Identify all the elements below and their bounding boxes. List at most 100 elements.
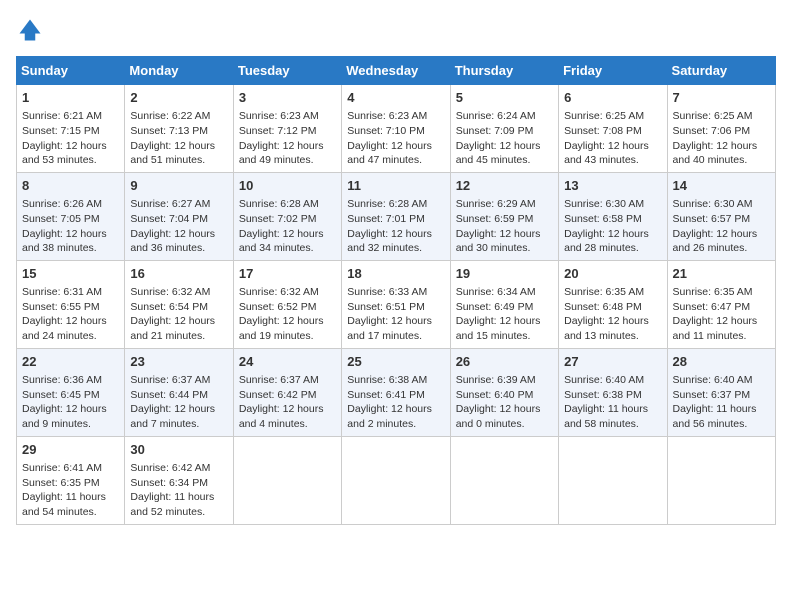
calendar-table: SundayMondayTuesdayWednesdayThursdayFrid… xyxy=(16,56,776,525)
calendar-cell xyxy=(667,436,775,524)
day-number: 16 xyxy=(130,265,227,283)
day-number: 18 xyxy=(347,265,444,283)
day-number: 4 xyxy=(347,89,444,107)
cell-sun-info: Sunrise: 6:22 AM Sunset: 7:13 PM Dayligh… xyxy=(130,109,227,168)
day-number: 12 xyxy=(456,177,553,195)
calendar-week-row: 15 Sunrise: 6:31 AM Sunset: 6:55 PM Dayli… xyxy=(17,260,776,348)
calendar-week-row: 29 Sunrise: 6:41 AM Sunset: 6:35 PM Dayli… xyxy=(17,436,776,524)
calendar-cell: 12 Sunrise: 6:29 AM Sunset: 6:59 PM Dayli… xyxy=(450,172,558,260)
calendar-cell xyxy=(233,436,341,524)
calendar-cell: 23 Sunrise: 6:37 AM Sunset: 6:44 PM Dayli… xyxy=(125,348,233,436)
calendar-cell: 25 Sunrise: 6:38 AM Sunset: 6:41 PM Dayli… xyxy=(342,348,450,436)
day-number: 13 xyxy=(564,177,661,195)
cell-sun-info: Sunrise: 6:40 AM Sunset: 6:37 PM Dayligh… xyxy=(673,373,770,432)
calendar-cell: 29 Sunrise: 6:41 AM Sunset: 6:35 PM Dayli… xyxy=(17,436,125,524)
calendar-cell xyxy=(559,436,667,524)
cell-sun-info: Sunrise: 6:34 AM Sunset: 6:49 PM Dayligh… xyxy=(456,285,553,344)
cell-sun-info: Sunrise: 6:35 AM Sunset: 6:48 PM Dayligh… xyxy=(564,285,661,344)
day-number: 14 xyxy=(673,177,770,195)
day-number: 8 xyxy=(22,177,119,195)
calendar-cell: 22 Sunrise: 6:36 AM Sunset: 6:45 PM Dayli… xyxy=(17,348,125,436)
day-of-week-header: Monday xyxy=(125,57,233,85)
cell-sun-info: Sunrise: 6:32 AM Sunset: 6:54 PM Dayligh… xyxy=(130,285,227,344)
logo xyxy=(16,16,48,44)
calendar-cell: 19 Sunrise: 6:34 AM Sunset: 6:49 PM Dayli… xyxy=(450,260,558,348)
calendar-cell: 17Sunrise: 6:32 AM Sunset: 6:52 PM Dayli… xyxy=(233,260,341,348)
day-number: 15 xyxy=(22,265,119,283)
day-number: 21 xyxy=(673,265,770,283)
cell-sun-info: Sunrise: 6:37 AM Sunset: 6:42 PM Dayligh… xyxy=(239,373,336,432)
page-header xyxy=(16,16,776,44)
calendar-cell: 21 Sunrise: 6:35 AM Sunset: 6:47 PM Dayli… xyxy=(667,260,775,348)
cell-sun-info: Sunrise: 6:35 AM Sunset: 6:47 PM Dayligh… xyxy=(673,285,770,344)
cell-sun-info: Sunrise: 6:30 AM Sunset: 6:58 PM Dayligh… xyxy=(564,197,661,256)
calendar-cell: 16 Sunrise: 6:32 AM Sunset: 6:54 PM Dayli… xyxy=(125,260,233,348)
calendar-cell: 11Sunrise: 6:28 AM Sunset: 7:01 PM Dayli… xyxy=(342,172,450,260)
cell-sun-info: Sunrise: 6:24 AM Sunset: 7:09 PM Dayligh… xyxy=(456,109,553,168)
calendar-cell: 28 Sunrise: 6:40 AM Sunset: 6:37 PM Dayli… xyxy=(667,348,775,436)
day-of-week-header: Wednesday xyxy=(342,57,450,85)
calendar-cell: 9 Sunrise: 6:27 AM Sunset: 7:04 PM Daylig… xyxy=(125,172,233,260)
calendar-cell: 15 Sunrise: 6:31 AM Sunset: 6:55 PM Dayli… xyxy=(17,260,125,348)
day-number: 5 xyxy=(456,89,553,107)
day-number: 30 xyxy=(130,441,227,459)
day-number: 10 xyxy=(239,177,336,195)
calendar-cell: 10 Sunrise: 6:28 AM Sunset: 7:02 PM Dayli… xyxy=(233,172,341,260)
day-number: 19 xyxy=(456,265,553,283)
day-number: 28 xyxy=(673,353,770,371)
cell-sun-info: Sunrise: 6:38 AM Sunset: 6:41 PM Dayligh… xyxy=(347,373,444,432)
day-number: 6 xyxy=(564,89,661,107)
day-number: 25 xyxy=(347,353,444,371)
calendar-cell: 1 Sunrise: 6:21 AM Sunset: 7:15 PM Daylig… xyxy=(17,85,125,173)
calendar-header-row: SundayMondayTuesdayWednesdayThursdayFrid… xyxy=(17,57,776,85)
cell-sun-info: Sunrise: 6:28 AM Sunset: 7:02 PM Dayligh… xyxy=(239,197,336,256)
calendar-cell: 26 Sunrise: 6:39 AM Sunset: 6:40 PM Dayli… xyxy=(450,348,558,436)
cell-sun-info: Sunrise: 6:21 AM Sunset: 7:15 PM Dayligh… xyxy=(22,109,119,168)
day-number: 29 xyxy=(22,441,119,459)
calendar-cell: 6Sunrise: 6:25 AM Sunset: 7:08 PM Daylig… xyxy=(559,85,667,173)
cell-sun-info: Sunrise: 6:33 AM Sunset: 6:51 PM Dayligh… xyxy=(347,285,444,344)
day-of-week-header: Thursday xyxy=(450,57,558,85)
calendar-week-row: 1 Sunrise: 6:21 AM Sunset: 7:15 PM Daylig… xyxy=(17,85,776,173)
cell-sun-info: Sunrise: 6:31 AM Sunset: 6:55 PM Dayligh… xyxy=(22,285,119,344)
day-number: 2 xyxy=(130,89,227,107)
calendar-cell xyxy=(450,436,558,524)
calendar-cell: 24 Sunrise: 6:37 AM Sunset: 6:42 PM Dayli… xyxy=(233,348,341,436)
cell-sun-info: Sunrise: 6:40 AM Sunset: 6:38 PM Dayligh… xyxy=(564,373,661,432)
day-number: 26 xyxy=(456,353,553,371)
cell-sun-info: Sunrise: 6:23 AM Sunset: 7:12 PM Dayligh… xyxy=(239,109,336,168)
day-number: 7 xyxy=(673,89,770,107)
calendar-week-row: 22 Sunrise: 6:36 AM Sunset: 6:45 PM Dayli… xyxy=(17,348,776,436)
day-number: 11 xyxy=(347,177,444,195)
day-number: 1 xyxy=(22,89,119,107)
day-number: 24 xyxy=(239,353,336,371)
logo-icon xyxy=(16,16,44,44)
day-number: 3 xyxy=(239,89,336,107)
calendar-cell: 14 Sunrise: 6:30 AM Sunset: 6:57 PM Dayli… xyxy=(667,172,775,260)
calendar-cell: 4Sunrise: 6:23 AM Sunset: 7:10 PM Daylig… xyxy=(342,85,450,173)
cell-sun-info: Sunrise: 6:29 AM Sunset: 6:59 PM Dayligh… xyxy=(456,197,553,256)
cell-sun-info: Sunrise: 6:42 AM Sunset: 6:34 PM Dayligh… xyxy=(130,461,227,520)
calendar-cell: 8Sunrise: 6:26 AM Sunset: 7:05 PM Daylig… xyxy=(17,172,125,260)
calendar-cell: 5 Sunrise: 6:24 AM Sunset: 7:09 PM Daylig… xyxy=(450,85,558,173)
calendar-cell: 18 Sunrise: 6:33 AM Sunset: 6:51 PM Dayli… xyxy=(342,260,450,348)
cell-sun-info: Sunrise: 6:36 AM Sunset: 6:45 PM Dayligh… xyxy=(22,373,119,432)
day-number: 23 xyxy=(130,353,227,371)
day-of-week-header: Tuesday xyxy=(233,57,341,85)
cell-sun-info: Sunrise: 6:30 AM Sunset: 6:57 PM Dayligh… xyxy=(673,197,770,256)
day-of-week-header: Friday xyxy=(559,57,667,85)
day-number: 9 xyxy=(130,177,227,195)
cell-sun-info: Sunrise: 6:37 AM Sunset: 6:44 PM Dayligh… xyxy=(130,373,227,432)
calendar-cell: 3 Sunrise: 6:23 AM Sunset: 7:12 PM Daylig… xyxy=(233,85,341,173)
calendar-cell: 2 Sunrise: 6:22 AM Sunset: 7:13 PM Daylig… xyxy=(125,85,233,173)
day-number: 22 xyxy=(22,353,119,371)
cell-sun-info: Sunrise: 6:32 AM Sunset: 6:52 PM Dayligh… xyxy=(239,285,336,344)
calendar-cell: 30 Sunrise: 6:42 AM Sunset: 6:34 PM Dayli… xyxy=(125,436,233,524)
day-of-week-header: Sunday xyxy=(17,57,125,85)
cell-sun-info: Sunrise: 6:41 AM Sunset: 6:35 PM Dayligh… xyxy=(22,461,119,520)
cell-sun-info: Sunrise: 6:39 AM Sunset: 6:40 PM Dayligh… xyxy=(456,373,553,432)
cell-sun-info: Sunrise: 6:27 AM Sunset: 7:04 PM Dayligh… xyxy=(130,197,227,256)
day-number: 27 xyxy=(564,353,661,371)
calendar-week-row: 8Sunrise: 6:26 AM Sunset: 7:05 PM Daylig… xyxy=(17,172,776,260)
cell-sun-info: Sunrise: 6:25 AM Sunset: 7:06 PM Dayligh… xyxy=(673,109,770,168)
